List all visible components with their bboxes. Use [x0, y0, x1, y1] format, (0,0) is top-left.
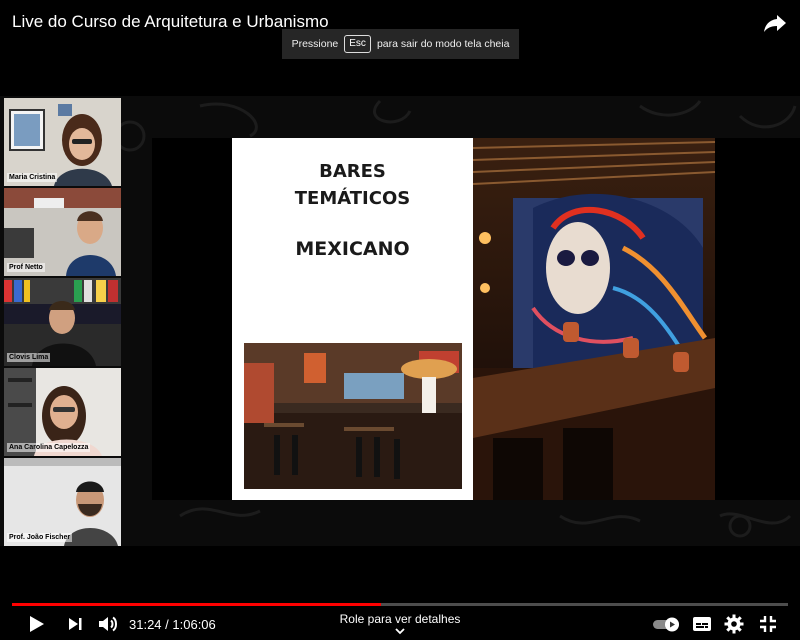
slide-text-panel: BARES TEMÁTICOS MEXICANO	[232, 138, 473, 500]
autoplay-toggle[interactable]	[652, 612, 682, 636]
chevron-down-icon	[395, 628, 405, 635]
play-button[interactable]	[24, 612, 48, 636]
participant-name: Clovis Lima	[7, 353, 51, 362]
volume-icon	[99, 616, 117, 632]
subtitles-icon	[693, 617, 711, 631]
subtitles-button[interactable]	[690, 612, 714, 636]
slide-heading-line1: BARES	[319, 161, 386, 182]
settings-icon	[724, 614, 744, 634]
toast-prefix: Pressione	[291, 38, 339, 50]
share-icon	[764, 15, 786, 32]
next-button[interactable]	[63, 612, 87, 636]
exit-fullscreen-icon	[760, 616, 776, 632]
esc-key-badge: Esc	[344, 35, 371, 53]
exit-fullscreen-button[interactable]	[756, 612, 780, 636]
swipe-hint[interactable]: Role para ver detalhes	[300, 612, 500, 626]
time-display: 31:24 / 1:06:06	[129, 617, 216, 632]
next-icon	[69, 618, 82, 630]
slide-heading-line2: TEMÁTICOS	[294, 188, 411, 209]
slide-heading: BARES TEMÁTICOS	[232, 158, 473, 212]
participant-tile: Ana Carolina Capelozza	[4, 368, 121, 456]
settings-button[interactable]	[722, 612, 746, 636]
play-icon	[30, 616, 44, 632]
video-frame[interactable]: Maria Cristina Prof Netto Clovis Lima An…	[0, 96, 800, 546]
participant-name: Prof Netto	[7, 263, 45, 272]
participants-column: Maria Cristina Prof Netto Clovis Lima An…	[4, 98, 121, 546]
autoplay-toggle-icon	[653, 617, 679, 632]
participant-name: Prof. João Fischer	[7, 533, 73, 542]
participant-tile: Clovis Lima	[4, 278, 121, 366]
share-button[interactable]	[762, 10, 788, 36]
toast-suffix: para sair do modo tela cheia	[376, 38, 510, 50]
restaurant-photo	[244, 343, 462, 489]
presentation-slide: BARES TEMÁTICOS MEXICANO	[152, 138, 800, 500]
slide-subheading: MEXICANO	[295, 238, 410, 260]
progress-fill	[12, 603, 381, 606]
duration: 1:06:06	[172, 617, 216, 632]
participant-name: Ana Carolina Capelozza	[7, 443, 91, 452]
time-separator: /	[161, 617, 173, 632]
fullscreen-toast: Pressione Esc para sair do modo tela che…	[282, 29, 519, 59]
volume-button[interactable]	[96, 612, 120, 636]
participant-tile: Maria Cristina	[4, 98, 121, 186]
progress-bar[interactable]	[12, 603, 788, 606]
player-controls: 31:24 / 1:06:06 Role para ver detalhes	[0, 608, 800, 640]
participant-tile: Prof. João Fischer	[4, 458, 121, 546]
current-time: 31:24	[129, 617, 162, 632]
video-player[interactable]: Live do Curso de Arquitetura e Urbanismo…	[0, 0, 800, 640]
participant-name: Maria Cristina	[7, 173, 58, 182]
mural-bar-photo	[473, 138, 715, 500]
participant-tile: Prof Netto	[4, 188, 121, 276]
